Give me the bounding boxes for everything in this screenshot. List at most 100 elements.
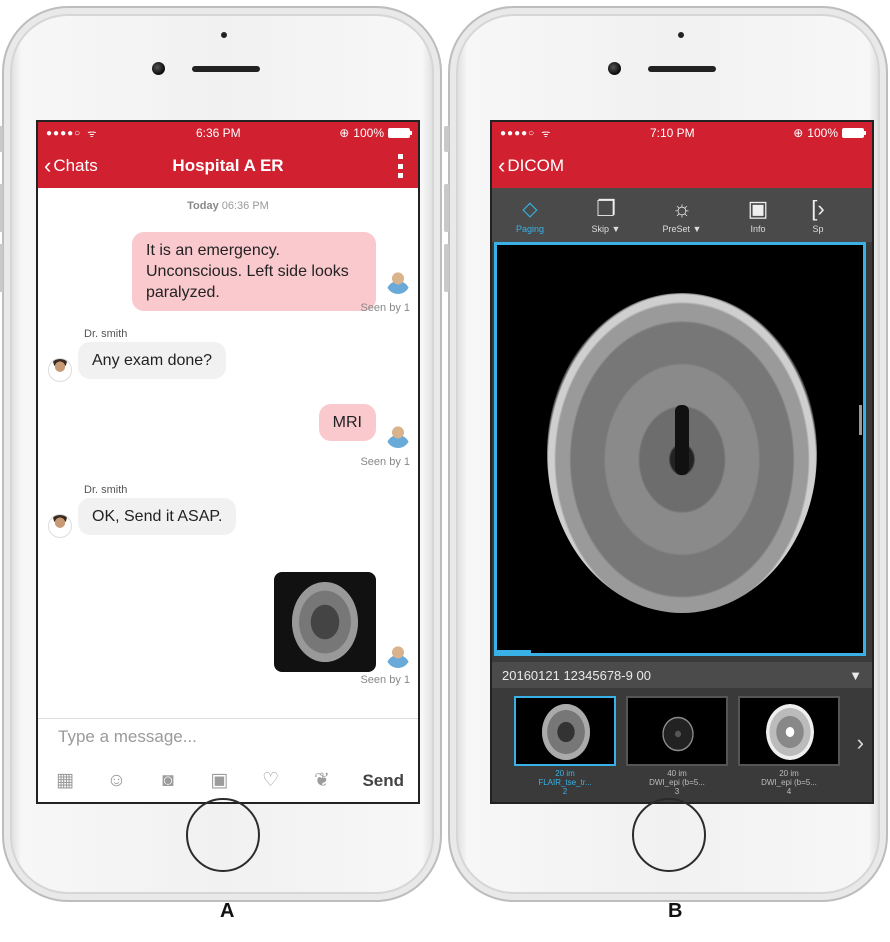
battery-icon xyxy=(842,128,866,138)
avatar xyxy=(386,644,410,668)
paging-icon: ⬦ xyxy=(522,196,538,221)
page-progress-indicator xyxy=(497,650,531,653)
dicom-screen: ●●●●○ ᯤ 7:10 PM ⊕ 100% ‹ DICOM ⬦ Paging … xyxy=(490,120,874,804)
thumbnail-caption: 40 im DWI_epi (b=5... 3 xyxy=(626,769,728,796)
series-name: DWI_epi (b=5... xyxy=(761,778,817,787)
orientation-lock-icon: ⊕ xyxy=(793,126,804,140)
message-list[interactable]: Today 06:36 PM It is an emergency. Uncon… xyxy=(38,188,418,688)
skip-tool-button[interactable]: ❐ Skip ▼ xyxy=(568,196,644,234)
chevron-left-icon: ‹ xyxy=(44,153,52,178)
home-button[interactable] xyxy=(632,798,706,872)
series-selector[interactable]: 20160121 12345678-9 00 ▼ xyxy=(492,662,872,688)
volume-up-button xyxy=(444,184,449,232)
skip-icon: ❐ xyxy=(596,196,616,221)
message-bubble-incoming[interactable]: OK, Send it ASAP. xyxy=(78,498,237,535)
back-button[interactable]: ‹ DICOM xyxy=(492,155,564,177)
paging-tool-button[interactable]: ⬦ Paging xyxy=(492,196,568,234)
info-icon: ▣ xyxy=(747,196,769,221)
chat-screen: ●●●●○ ᯤ 6:36 PM ⊕ 100% ‹ Chats Hospital … xyxy=(36,120,420,804)
more-menu-icon[interactable] xyxy=(398,154,404,178)
keyboard-icon[interactable]: ▦ xyxy=(54,770,76,792)
orientation-lock-icon: ⊕ xyxy=(339,126,350,140)
split-icon: [› xyxy=(811,196,825,221)
seen-receipt: Seen by 1 xyxy=(360,674,410,686)
preset-icon: ☼ xyxy=(671,196,693,221)
back-button[interactable]: ‹ Chats xyxy=(38,155,98,177)
series-thumbnail[interactable]: 40 im DWI_epi (b=5... 3 xyxy=(626,696,728,802)
signal-icon: ●●●●○ xyxy=(46,127,82,139)
heart-icon[interactable]: ♡ xyxy=(260,770,282,792)
battery-icon xyxy=(388,128,412,138)
date-divider: Today 06:36 PM xyxy=(38,200,418,212)
avatar xyxy=(48,358,72,382)
avatar xyxy=(386,424,410,448)
message-input[interactable] xyxy=(58,727,358,747)
series-thumbnail[interactable]: 20 im DWI_epi (b=5... 4 xyxy=(738,696,840,802)
series-id: 20160121 12345678-9 00 xyxy=(502,667,651,683)
mri-image-attachment[interactable] xyxy=(274,572,376,672)
avatar xyxy=(386,270,410,294)
preset-tool-button[interactable]: ☼ PreSet ▼ xyxy=(644,196,720,234)
series-name: DWI_epi (b=5... xyxy=(649,778,705,787)
battery-percent: 100% xyxy=(353,126,384,140)
composer-toolbar: ▦ ☺ ◙ ▣ ♡ ❦ Send xyxy=(54,770,404,792)
chevron-right-icon[interactable]: › xyxy=(857,730,864,756)
brain-icon[interactable]: ❦ xyxy=(311,770,333,792)
tool-label: Paging xyxy=(515,224,545,234)
vertical-scrollbar[interactable] xyxy=(859,405,862,435)
ventricle-shape xyxy=(675,405,689,475)
status-time: 6:36 PM xyxy=(195,126,241,140)
message-composer: ▦ ☺ ◙ ▣ ♡ ❦ Send xyxy=(38,718,418,802)
day-label: Today xyxy=(187,200,219,212)
seen-receipt: Seen by 1 xyxy=(360,302,410,314)
earpiece-speaker xyxy=(192,66,260,72)
phone-a: ●●●●○ ᯤ 6:36 PM ⊕ 100% ‹ Chats Hospital … xyxy=(0,6,442,902)
status-bar: ●●●●○ ᯤ 6:36 PM ⊕ 100% xyxy=(38,122,418,144)
proximity-sensor xyxy=(221,32,227,38)
volume-down-button xyxy=(0,244,3,292)
camera-icon[interactable]: ◙ xyxy=(157,770,179,792)
mute-switch xyxy=(0,126,3,152)
tool-label: PreSet ▼ xyxy=(662,224,702,234)
message-bubble-outgoing[interactable]: It is an emergency. Unconscious. Left si… xyxy=(132,232,376,311)
volume-up-button xyxy=(0,184,3,232)
image-count: 40 im xyxy=(667,769,687,778)
day-time: 06:36 PM xyxy=(221,200,269,212)
thumbnail-image xyxy=(626,696,728,766)
figure: ●●●●○ ᯤ 6:36 PM ⊕ 100% ‹ Chats Hospital … xyxy=(0,0,890,942)
image-count: 20 im xyxy=(555,769,575,778)
home-button[interactable] xyxy=(186,798,260,872)
tool-label: Info xyxy=(750,224,766,234)
image-viewport[interactable] xyxy=(494,242,866,656)
nav-bar: ‹ DICOM xyxy=(492,144,872,188)
front-camera xyxy=(608,62,621,75)
wifi-icon: ᯤ xyxy=(87,129,98,140)
series-thumbnail[interactable]: 20 im FLAIR_tse_tr... 2 xyxy=(514,696,616,802)
chevron-left-icon: ‹ xyxy=(498,153,506,178)
info-tool-button[interactable]: ▣ Info xyxy=(720,196,796,234)
series-name: FLAIR_tse_tr... xyxy=(538,778,592,787)
thumbnail-caption: 20 im DWI_epi (b=5... 4 xyxy=(738,769,840,796)
back-label: Chats xyxy=(53,156,98,175)
avatar xyxy=(48,514,72,538)
series-number: 4 xyxy=(786,787,792,796)
volume-down-button xyxy=(444,244,449,292)
tool-label: Sp xyxy=(812,224,824,234)
viewer-toolbar: ⬦ Paging ❐ Skip ▼ ☼ PreSet ▼ ▣ Info [› S… xyxy=(492,188,872,242)
series-number: 2 xyxy=(562,787,568,796)
status-time: 7:10 PM xyxy=(649,126,695,140)
battery-percent: 100% xyxy=(807,126,838,140)
message-bubble-incoming[interactable]: Any exam done? xyxy=(78,342,227,379)
front-camera xyxy=(152,62,165,75)
send-button[interactable]: Send xyxy=(362,771,404,791)
status-bar: ●●●●○ ᯤ 7:10 PM ⊕ 100% xyxy=(492,122,872,144)
emoji-icon[interactable]: ☺ xyxy=(105,770,127,792)
split-tool-button[interactable]: [› Sp xyxy=(796,196,840,234)
image-count: 20 im xyxy=(779,769,799,778)
series-thumbnails: 20 im FLAIR_tse_tr... 2 40 im DWI_epi (b… xyxy=(492,690,872,802)
message-bubble-outgoing[interactable]: MRI xyxy=(318,404,376,441)
seen-receipt: Seen by 1 xyxy=(360,456,410,468)
mri-brain-image xyxy=(292,582,358,662)
chevron-down-icon[interactable]: ▼ xyxy=(849,668,862,683)
gallery-icon[interactable]: ▣ xyxy=(208,770,230,792)
